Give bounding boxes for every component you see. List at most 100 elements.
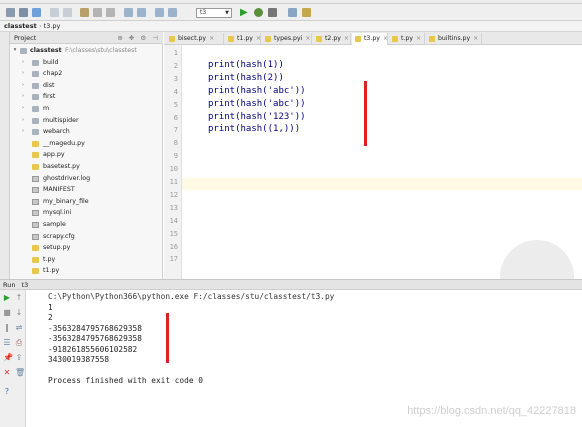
tree-item[interactable]: scrapy.cfg bbox=[10, 231, 163, 243]
python-file-icon bbox=[265, 36, 271, 42]
code-line[interactable]: print(hash('123')) bbox=[208, 112, 306, 122]
print-icon[interactable]: ⎙ bbox=[15, 339, 23, 347]
breadcrumb-project[interactable]: classtest bbox=[4, 22, 37, 30]
tree-item[interactable]: my_binary_file bbox=[10, 196, 163, 208]
replace-icon[interactable] bbox=[137, 8, 146, 17]
tree-root[interactable]: ▾ classtest F:\classes\stu\classtest bbox=[10, 45, 163, 57]
editor-tab[interactable]: t.py × bbox=[389, 33, 425, 45]
chevron-right-icon[interactable]: › bbox=[20, 80, 26, 92]
tree-item[interactable]: basetest.py bbox=[10, 161, 163, 173]
tree-item[interactable]: app.py bbox=[10, 149, 163, 161]
editor-tab[interactable]: t3.py × bbox=[352, 33, 388, 45]
tree-item[interactable]: setup.py bbox=[10, 242, 163, 254]
tree-item[interactable]: ghostdriver.log bbox=[10, 173, 163, 185]
scroll-up-icon[interactable]: ↑ bbox=[15, 294, 23, 302]
pause-icon[interactable]: ‖ bbox=[3, 324, 11, 332]
find-icon[interactable] bbox=[124, 8, 133, 17]
chevron-right-icon[interactable]: › bbox=[20, 103, 26, 115]
project-panel-title[interactable]: Project bbox=[14, 34, 36, 42]
run-config-tab[interactable]: t3 bbox=[22, 281, 29, 289]
tree-item[interactable]: MANIFEST bbox=[10, 184, 163, 196]
back-icon[interactable] bbox=[155, 8, 164, 17]
close-icon[interactable]: × bbox=[305, 35, 310, 42]
close-icon[interactable]: × bbox=[344, 35, 349, 42]
chevron-right-icon[interactable]: › bbox=[20, 91, 26, 103]
tree-item[interactable]: › chap2 bbox=[10, 68, 163, 80]
tree-root-label: classtest bbox=[30, 47, 62, 54]
stop-icon[interactable] bbox=[268, 8, 277, 17]
chevron-right-icon[interactable]: › bbox=[20, 115, 26, 127]
open-folder-icon[interactable] bbox=[6, 8, 15, 17]
tree-item[interactable]: sample bbox=[10, 219, 163, 231]
settings-icon[interactable] bbox=[288, 8, 297, 17]
pin-icon[interactable]: 📌 bbox=[3, 354, 13, 362]
line-number: 2 bbox=[173, 61, 178, 70]
tab-label: builtins.py bbox=[438, 35, 471, 42]
tree-item[interactable]: › first bbox=[10, 91, 163, 103]
restore-layout-icon[interactable]: ☰ bbox=[3, 339, 11, 347]
tree-item-label: m bbox=[43, 104, 50, 112]
close-icon[interactable]: × bbox=[209, 35, 214, 42]
tree-item[interactable]: mysql.ini bbox=[10, 207, 163, 219]
tree-item[interactable]: __magedu.py bbox=[10, 138, 163, 150]
editor-tab[interactable]: builtins.py × bbox=[426, 33, 482, 45]
close-icon[interactable]: × bbox=[416, 35, 421, 42]
tree-item[interactable]: › m bbox=[10, 103, 163, 115]
editor-tab[interactable]: t2.py × bbox=[313, 33, 351, 45]
code-line[interactable]: print(hash('abc')) bbox=[208, 99, 306, 109]
redo-icon[interactable] bbox=[63, 8, 72, 17]
run-config-select[interactable]: t3 ▼ bbox=[196, 8, 232, 18]
soft-wrap-icon[interactable]: ⇌ bbox=[15, 324, 23, 332]
watermark: https://blog.csdn.net/qq_42227818 bbox=[407, 405, 576, 417]
sync-icon[interactable] bbox=[32, 8, 41, 17]
save-icon[interactable] bbox=[19, 8, 28, 17]
line-number: 4 bbox=[173, 87, 178, 96]
run-icon[interactable]: ▶ bbox=[240, 8, 249, 18]
trash-icon[interactable]: 🗑 bbox=[15, 369, 25, 377]
tree-item[interactable]: t.py bbox=[10, 254, 163, 266]
tree-item[interactable]: › webarch bbox=[10, 126, 163, 138]
stop-icon[interactable]: ■ bbox=[3, 309, 11, 317]
chevron-right-icon[interactable]: › bbox=[20, 68, 26, 80]
close-icon[interactable]: × bbox=[473, 35, 478, 42]
debug-icon[interactable] bbox=[254, 8, 263, 17]
cut-icon[interactable] bbox=[80, 8, 89, 17]
tree-items: › build › chap2 › dist › first › m › multispider › we… bbox=[10, 57, 163, 277]
forward-icon[interactable] bbox=[168, 8, 177, 17]
editor-tab[interactable]: t1.py × bbox=[225, 33, 261, 45]
rerun-icon[interactable]: ▶ bbox=[3, 294, 11, 302]
close-icon[interactable]: × bbox=[383, 35, 388, 42]
tree-item[interactable]: › multispider bbox=[10, 115, 163, 127]
run-panel-label[interactable]: Run bbox=[3, 281, 15, 289]
editor-tab[interactable]: bisect.py × bbox=[166, 33, 224, 45]
close-icon[interactable]: ✕ bbox=[3, 369, 11, 377]
code-line[interactable]: print(hash('abc')) bbox=[208, 86, 306, 96]
undo-icon[interactable] bbox=[50, 8, 59, 17]
paste-icon[interactable] bbox=[106, 8, 115, 17]
editor-tab[interactable]: types.pyi × bbox=[262, 33, 312, 45]
chevron-right-icon[interactable]: › bbox=[20, 57, 26, 69]
tab-label: t3.py bbox=[364, 35, 380, 42]
tab-label: bisect.py bbox=[178, 35, 207, 42]
chevron-right-icon[interactable]: › bbox=[20, 126, 26, 138]
panel-actions[interactable]: ⊕ ✥ ⚙ ⊣ bbox=[117, 32, 160, 44]
copy-icon[interactable] bbox=[93, 8, 102, 17]
line-number: 13 bbox=[169, 203, 178, 212]
code-line[interactable]: print(hash((1,))) bbox=[208, 124, 300, 134]
breadcrumb-file[interactable]: t3.py bbox=[44, 22, 61, 30]
close-icon[interactable]: × bbox=[256, 35, 261, 42]
python-file-icon bbox=[169, 36, 175, 42]
code-line[interactable]: print(hash(1)) bbox=[208, 60, 284, 70]
chevron-down-icon[interactable]: ▾ bbox=[12, 45, 18, 57]
tree-item[interactable]: › build bbox=[10, 57, 163, 69]
export-icon[interactable]: ⇪ bbox=[15, 354, 23, 362]
code-line[interactable]: print(hash(2)) bbox=[208, 73, 284, 83]
run-console[interactable]: https://blog.csdn.net/qq_42227818 C:\Pyt… bbox=[26, 290, 582, 427]
scroll-down-icon[interactable]: ↓ bbox=[15, 309, 23, 317]
help-icon[interactable]: ? bbox=[3, 388, 11, 396]
folder-icon bbox=[32, 105, 39, 112]
tree-item[interactable]: t1.py bbox=[10, 265, 163, 277]
project-panel: Project ⊕ ✥ ⚙ ⊣ ▾ classtest F:\classes\s… bbox=[10, 32, 163, 279]
help-icon[interactable] bbox=[302, 8, 311, 17]
tree-item[interactable]: › dist bbox=[10, 80, 163, 92]
